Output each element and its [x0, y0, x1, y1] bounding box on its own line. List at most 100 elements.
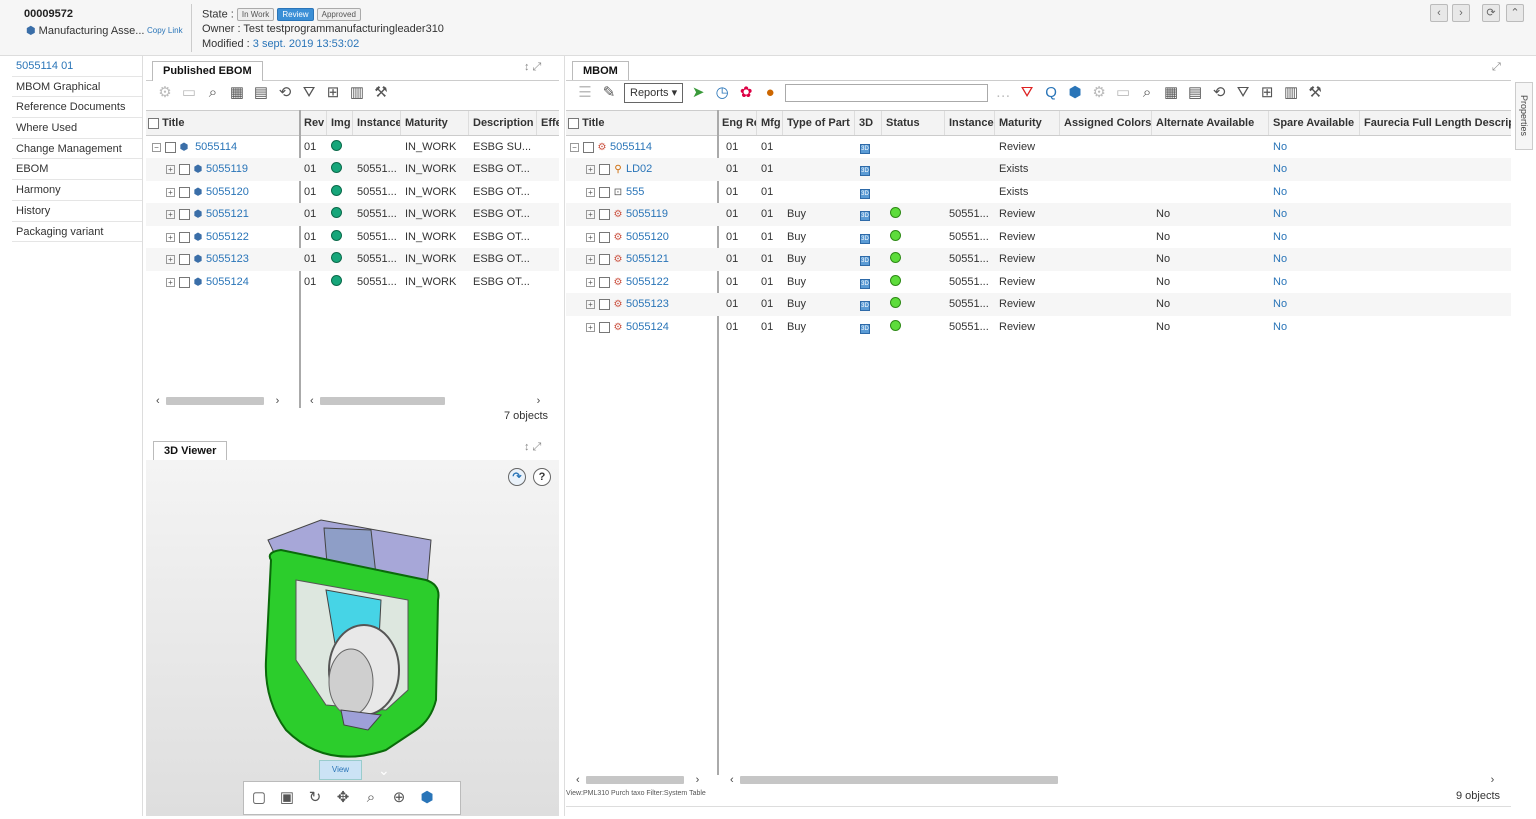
select-all-checkbox[interactable]	[148, 117, 159, 129]
collapse-icon[interactable]: ⌃	[1506, 4, 1524, 22]
sidebar-item-change-management[interactable]: Change Management	[12, 139, 142, 160]
state-approved[interactable]: Approved	[316, 8, 361, 21]
add-structure-icon[interactable]: ⚙	[156, 84, 174, 102]
sync-icon[interactable]: ⟲	[1210, 84, 1228, 102]
modified-date[interactable]: 3 sept. 2019 13:53:02	[253, 38, 359, 50]
quality-icon[interactable]: Q	[1042, 84, 1060, 102]
mbom-right-scrollbar[interactable]: ‹ ›	[730, 773, 1502, 787]
expand-all-icon[interactable]: ⊞	[1258, 84, 1276, 102]
select-icon[interactable]: ➤	[689, 84, 707, 102]
chevron-down-icon[interactable]: ⌄	[378, 762, 390, 779]
select-all-checkbox[interactable]	[568, 117, 579, 129]
ebom-left-scrollbar[interactable]: ‹ ›	[156, 394, 291, 408]
table-row[interactable]: + ⬢ 5055120 01 50551... IN_WORK ESBG OT...	[146, 181, 559, 204]
colors-icon[interactable]: ✿	[737, 84, 755, 102]
col-maturity[interactable]: Maturity	[401, 111, 469, 135]
tab-mbom[interactable]: MBOM	[572, 61, 629, 81]
sidebar-item-mbom-graphical[interactable]: MBOM Graphical	[12, 77, 142, 98]
state-review[interactable]: Review	[277, 8, 314, 21]
col-instance[interactable]: Instance	[945, 111, 995, 135]
col-description[interactable]: Description	[469, 111, 537, 135]
sidebar-item-reference-documents[interactable]: Reference Documents	[12, 97, 142, 119]
tools-icon[interactable]: ⚒	[372, 84, 390, 102]
table-settings-icon[interactable]: ▦	[1162, 84, 1180, 102]
sidebar-item-where-used[interactable]: Where Used	[12, 118, 142, 139]
col-spare-available[interactable]: Spare Available	[1269, 111, 1360, 135]
reports-dropdown[interactable]: Reports ▾	[624, 83, 684, 103]
col-effectivity[interactable]: Effe	[537, 111, 559, 135]
cube-icon[interactable]: ⬢	[1066, 84, 1084, 102]
resize-icon[interactable]: ↕ ⤢	[524, 441, 541, 454]
col-maturity[interactable]: Maturity	[995, 111, 1060, 135]
zoom-icon[interactable]: ⊕	[390, 789, 408, 807]
table-row[interactable]: + ⬢ 5055119 01 50551... IN_WORK ESBG OT...	[146, 158, 559, 181]
columns-icon[interactable]: ▥	[348, 84, 366, 102]
table-row[interactable]: + ⚙ 5055124 01 01 Buy 3D 50551... Review No No	[566, 316, 1511, 339]
menu-icon[interactable]: ☰	[576, 84, 594, 102]
insert-icon[interactable]: ▭	[1114, 84, 1132, 102]
edit-icon[interactable]: ✎	[600, 84, 618, 102]
view-tab[interactable]: View	[319, 760, 362, 780]
refresh-icon[interactable]: ⟳	[1482, 4, 1500, 22]
columns-icon[interactable]: ▥	[1282, 84, 1300, 102]
col-status[interactable]: Status	[882, 111, 945, 135]
search-icon[interactable]: ⌕	[204, 84, 222, 102]
properties-tab[interactable]: Properties	[1515, 82, 1533, 150]
help-icon[interactable]: ?	[533, 468, 551, 486]
maximize-icon[interactable]: ⤢	[1492, 61, 1501, 74]
table-row[interactable]: + ⬢ 5055124 01 50551... IN_WORK ESBG OT...	[146, 271, 559, 294]
tools-icon[interactable]: ⚒	[1306, 84, 1324, 102]
tab-published-ebom[interactable]: Published EBOM	[152, 61, 263, 81]
report-icon[interactable]: ▤	[1186, 84, 1204, 102]
col-faurecia-description[interactable]: Faurecia Full Length Descrip	[1360, 111, 1511, 135]
structure-icon[interactable]: ⚙	[1090, 84, 1108, 102]
col-type-of-part[interactable]: Type of Part	[783, 111, 855, 135]
view-cube-icon[interactable]: ▢	[250, 789, 268, 807]
filter-icon[interactable]: ⛛	[300, 84, 318, 102]
clear-filter-icon[interactable]: ⛛	[1018, 84, 1036, 102]
sidebar-item-object[interactable]: 5055114 01	[12, 56, 142, 77]
insert-icon[interactable]: ▭	[180, 84, 198, 102]
ebom-right-scrollbar[interactable]: ‹ ›	[310, 394, 550, 408]
sidebar-item-ebom[interactable]: EBOM	[12, 159, 142, 181]
search-input[interactable]	[785, 84, 989, 102]
col-3d[interactable]: 3D	[855, 111, 882, 135]
timer-icon[interactable]: ◷	[713, 84, 731, 102]
table-row[interactable]: + ⚙ 5055119 01 01 Buy 3D 50551... Review No No	[566, 203, 1511, 226]
table-row[interactable]: + ⬢ 5055122 01 50551... IN_WORK ESBG OT...	[146, 226, 559, 249]
col-alternate-available[interactable]: Alternate Available	[1152, 111, 1269, 135]
state-in-work[interactable]: In Work	[236, 8, 275, 21]
3d-viewer-canvas[interactable]: ↷ ? View ⌄ ▢ ▣ ↻ ✥ ⌕ ⊕ ⬢	[146, 460, 559, 816]
zoom-area-icon[interactable]: ⌕	[362, 789, 380, 807]
paint-icon[interactable]: ●	[761, 84, 779, 102]
table-settings-icon[interactable]: ▦	[228, 84, 246, 102]
snapshot-icon[interactable]: ▣	[278, 789, 296, 807]
col-eng-rev[interactable]: Eng Re	[718, 111, 757, 135]
next-icon[interactable]: ›	[1452, 4, 1470, 22]
table-row[interactable]: + ⚲ LD02 01 01 3D Exists No	[566, 158, 1511, 181]
previous-icon[interactable]: ‹	[1430, 4, 1448, 22]
resize-icon[interactable]: ↕ ⤢	[524, 61, 541, 74]
sync-icon[interactable]: ⟲	[276, 84, 294, 102]
table-row[interactable]: − ⬢ 5055114 01 IN_WORK ESBG SU...	[146, 136, 559, 159]
expand-all-icon[interactable]: ⊞	[324, 84, 342, 102]
table-row[interactable]: + ⬢ 5055123 01 50551... IN_WORK ESBG OT...	[146, 248, 559, 271]
table-row[interactable]: + ⚙ 5055123 01 01 Buy 3D 50551... Review No No	[566, 293, 1511, 316]
col-instance[interactable]: Instance	[353, 111, 401, 135]
orbit-icon[interactable]: ↻	[306, 789, 324, 807]
sidebar-item-packaging-variant[interactable]: Packaging variant	[12, 222, 142, 243]
search-icon[interactable]: ⌕	[1138, 84, 1156, 102]
col-rev[interactable]: Rev	[300, 111, 327, 135]
tab-3d-viewer[interactable]: 3D Viewer	[153, 441, 228, 461]
filter-icon[interactable]: ⛛	[1234, 84, 1252, 102]
table-row[interactable]: + ⚙ 5055120 01 01 Buy 3D 50551... Review No No	[566, 226, 1511, 249]
col-assigned-colors[interactable]: Assigned Colors	[1060, 111, 1152, 135]
report-icon[interactable]: ▤	[252, 84, 270, 102]
rotate-icon[interactable]: ↷	[508, 468, 526, 486]
mbom-left-scrollbar[interactable]: ‹ ›	[576, 773, 711, 787]
sidebar-item-harmony[interactable]: Harmony	[12, 180, 142, 201]
copy-link[interactable]: Copy Link	[147, 26, 183, 35]
table-row[interactable]: + ⊡ 555 01 01 3D Exists No	[566, 181, 1511, 204]
sidebar-item-history[interactable]: History	[12, 201, 142, 222]
table-row[interactable]: + ⚙ 5055122 01 01 Buy 3D 50551... Review No No	[566, 271, 1511, 294]
